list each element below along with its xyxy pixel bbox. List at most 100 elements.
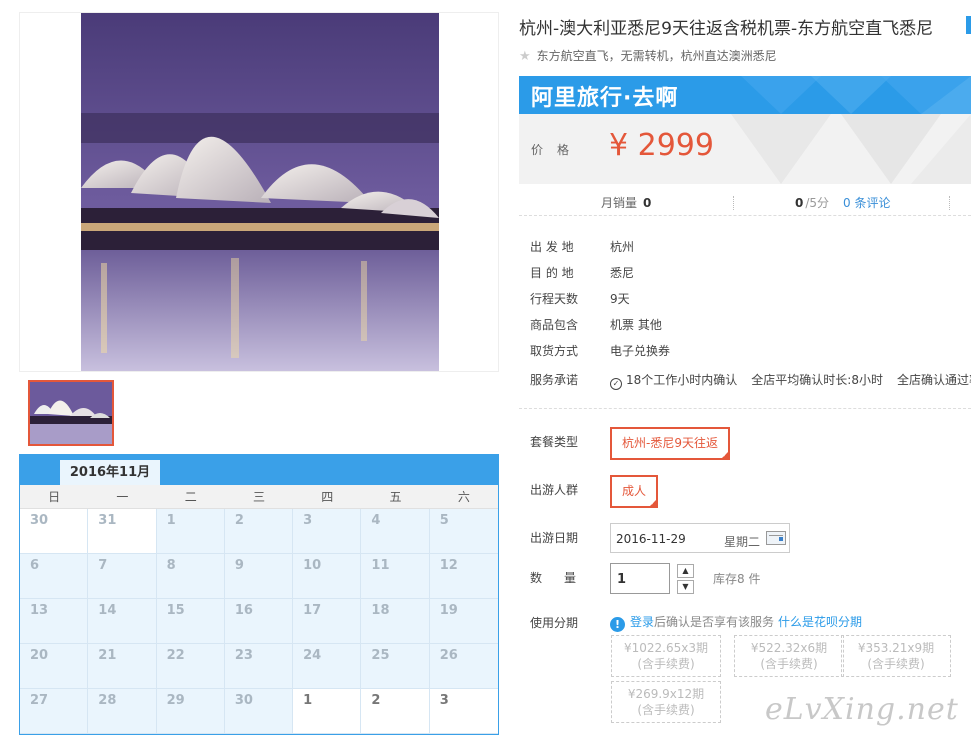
installment-option[interactable]: ¥269.9x12期 (含手续费): [611, 681, 721, 723]
monthly-sales-value: 0: [643, 196, 652, 210]
calendar-header: 2016年11月: [20, 455, 498, 485]
product-page: 2016年11月 日 一 二 三 四 五 六 30 31 1 2 3 4 5 6 7 8 9 10 11…: [0, 0, 971, 747]
installment-label: 使用分期: [530, 616, 579, 630]
package-option-button[interactable]: 杭州-悉尼9天往返 ✓: [610, 427, 730, 460]
calendar-day[interactable]: 25: [361, 644, 430, 689]
installment-tip-text: 后确认是否享有该服务: [654, 615, 775, 629]
quantity-input[interactable]: 1: [610, 563, 670, 594]
calendar-day[interactable]: 10: [293, 554, 362, 599]
day-number: 16: [234, 603, 253, 618]
day-number: 3: [303, 513, 313, 528]
calendar-day[interactable]: 16: [224, 599, 294, 644]
service-row-clip: 服务承诺 ✓ 18个工作小时内确认全店平均确认时长:8小时全店确认通过率: [519, 365, 971, 395]
calendar-day[interactable]: 5: [429, 509, 498, 554]
day-number: 8: [166, 558, 176, 573]
service-label: 服务承诺: [530, 373, 579, 387]
calendar-day[interactable]: 9: [224, 554, 294, 599]
monthly-sales: 月销量 0: [601, 194, 651, 211]
day-number: 14: [98, 603, 117, 618]
day-number: 30: [234, 693, 253, 708]
quantity-increase-button[interactable]: ▲: [677, 564, 694, 578]
installment-option[interactable]: ¥1022.65x3期 (含手续费): [611, 635, 721, 677]
calendar-day[interactable]: 8: [156, 554, 225, 599]
day-number: 10: [303, 558, 322, 573]
calendar-day[interactable]: 7: [88, 554, 157, 599]
calendar-day[interactable]: 22: [156, 644, 225, 689]
day-number: 28: [98, 693, 117, 708]
brand-banner: 阿里旅行·去啊: [519, 76, 971, 114]
date-picker[interactable]: 2016-11-29 星期二: [610, 523, 790, 553]
day-number: 18: [371, 603, 390, 618]
installment-amount: ¥353.21x9期: [857, 641, 935, 655]
brand-logo-text: 阿里旅行·去啊: [531, 86, 679, 111]
installment-help-link[interactable]: 什么是花呗分期: [778, 615, 862, 629]
calendar-day[interactable]: 19: [429, 599, 498, 644]
rating: 0/5分: [795, 194, 829, 211]
calendar-day[interactable]: 28: [88, 689, 157, 734]
calendar-day[interactable]: 26: [429, 644, 498, 689]
calendar-day[interactable]: 30: [224, 689, 294, 734]
day-number: 2: [234, 513, 244, 528]
day-number: 6: [30, 558, 40, 573]
calendar-day[interactable]: 3: [293, 509, 362, 554]
calendar-day[interactable]: 29: [156, 689, 225, 734]
availability-calendar: 2016年11月 日 一 二 三 四 五 六 30 31 1 2 3 4 5 6 7 8 9 10 11…: [19, 454, 499, 735]
subtitle-text: 东方航空直飞，无需转机，杭州直达澳洲悉尼: [536, 49, 777, 63]
calendar-day[interactable]: 2: [361, 689, 430, 734]
calendar-day[interactable]: 2: [224, 509, 294, 554]
info-key: 出 发 地: [530, 240, 574, 254]
calendar-icon[interactable]: [766, 531, 786, 545]
day-number: 25: [371, 648, 390, 663]
day-number: 31: [98, 513, 117, 528]
calendar-day[interactable]: 24: [293, 644, 362, 689]
calendar-day[interactable]: 21: [88, 644, 157, 689]
calendar-day[interactable]: 1: [293, 689, 362, 734]
weekday-label: 六: [457, 490, 470, 504]
calendar-day[interactable]: 13: [20, 599, 89, 644]
installment-amount: ¥1022.65x3期: [624, 641, 708, 655]
calendar-day[interactable]: 12: [429, 554, 498, 599]
calendar-day[interactable]: 6: [20, 554, 89, 599]
date-label: 出游日期: [530, 531, 579, 545]
quantity-decrease-button[interactable]: ▼: [677, 580, 694, 594]
section-divider: [519, 408, 971, 409]
info-key: 取货方式: [530, 344, 579, 358]
calendar-day[interactable]: 20: [20, 644, 89, 689]
calendar-day[interactable]: 23: [224, 644, 294, 689]
people-option-button[interactable]: 成人 ✓: [610, 475, 659, 508]
day-number: 17: [303, 603, 322, 618]
calendar-days: 30 31 1 2 3 4 5 6 7 8 9 10 11 12 13 14 15 16 17 18 19 20 21 22 2…: [20, 509, 498, 734]
installment-option[interactable]: ¥522.32x6期 (含手续费): [734, 635, 844, 677]
info-value: 杭州: [610, 240, 635, 254]
calendar-day[interactable]: 4: [361, 509, 430, 554]
product-subtitle: ★ 东方航空直飞，无需转机，杭州直达澳洲悉尼: [519, 47, 777, 64]
calendar-day[interactable]: 14: [88, 599, 157, 644]
calendar-day[interactable]: 18: [361, 599, 430, 644]
calendar-month-tab[interactable]: 2016年11月: [60, 460, 160, 485]
calendar-day[interactable]: 11: [361, 554, 430, 599]
star-icon[interactable]: ★: [519, 49, 531, 64]
price-pattern: [731, 114, 971, 184]
calendar-day[interactable]: 1: [156, 509, 225, 554]
calendar-day[interactable]: 3: [429, 689, 498, 734]
reviews-link[interactable]: 0 条评论: [843, 194, 890, 211]
installment-option[interactable]: ¥353.21x9期 (含手续费): [841, 635, 951, 677]
photo-thumbnail[interactable]: [28, 380, 114, 446]
login-link[interactable]: 登录: [630, 615, 654, 629]
calendar-day[interactable]: 31: [88, 509, 157, 554]
day-number: 1: [303, 693, 313, 708]
calendar-day[interactable]: 27: [20, 689, 89, 734]
weekday-label: 日: [48, 490, 61, 504]
calendar-day[interactable]: 17: [293, 599, 362, 644]
day-number: 20: [30, 648, 49, 663]
installment-fee-note: (含手续费): [637, 703, 695, 717]
installment-amount: ¥269.9x12期: [627, 687, 705, 701]
day-number: 5: [439, 513, 449, 528]
calendar-day[interactable]: 30: [20, 509, 89, 554]
service-items: ✓ 18个工作小时内确认全店平均确认时长:8小时全店确认通过率: [610, 371, 971, 390]
calendar-day[interactable]: 15: [156, 599, 225, 644]
package-option-label: 杭州-悉尼9天往返: [622, 436, 718, 450]
check-icon: ✓: [722, 451, 728, 459]
price-value: ¥ 2999: [609, 128, 714, 163]
product-title: 杭州-澳大利亚悉尼9天往返含税机票-东方航空直飞悉尼: [519, 19, 934, 39]
